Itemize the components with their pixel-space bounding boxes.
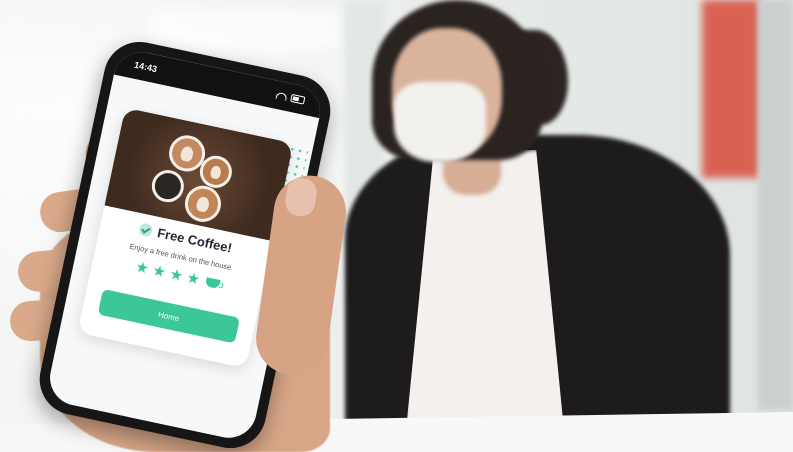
battery-icon <box>290 93 306 105</box>
photo-scene: 14:43 Free Coffee! Enjoy a free drink on… <box>0 0 793 452</box>
right-wall <box>758 0 793 410</box>
status-icons <box>275 91 306 105</box>
check-badge-icon <box>137 222 154 238</box>
home-button[interactable]: Home <box>97 288 241 344</box>
red-sign-panel <box>702 0 760 178</box>
star-icon: ★ <box>184 269 202 289</box>
star-icon: ★ <box>133 258 151 278</box>
wifi-icon <box>275 91 288 101</box>
coffee-cup <box>148 167 187 206</box>
coffee-cup <box>181 182 225 226</box>
status-time: 14:43 <box>133 59 158 75</box>
star-icon: ★ <box>167 265 185 286</box>
coffee-cup-icon <box>204 277 221 289</box>
star-icon: ★ <box>150 261 168 282</box>
ceiling-light <box>150 10 340 50</box>
window-glare <box>0 60 90 120</box>
face-mask <box>394 82 486 162</box>
